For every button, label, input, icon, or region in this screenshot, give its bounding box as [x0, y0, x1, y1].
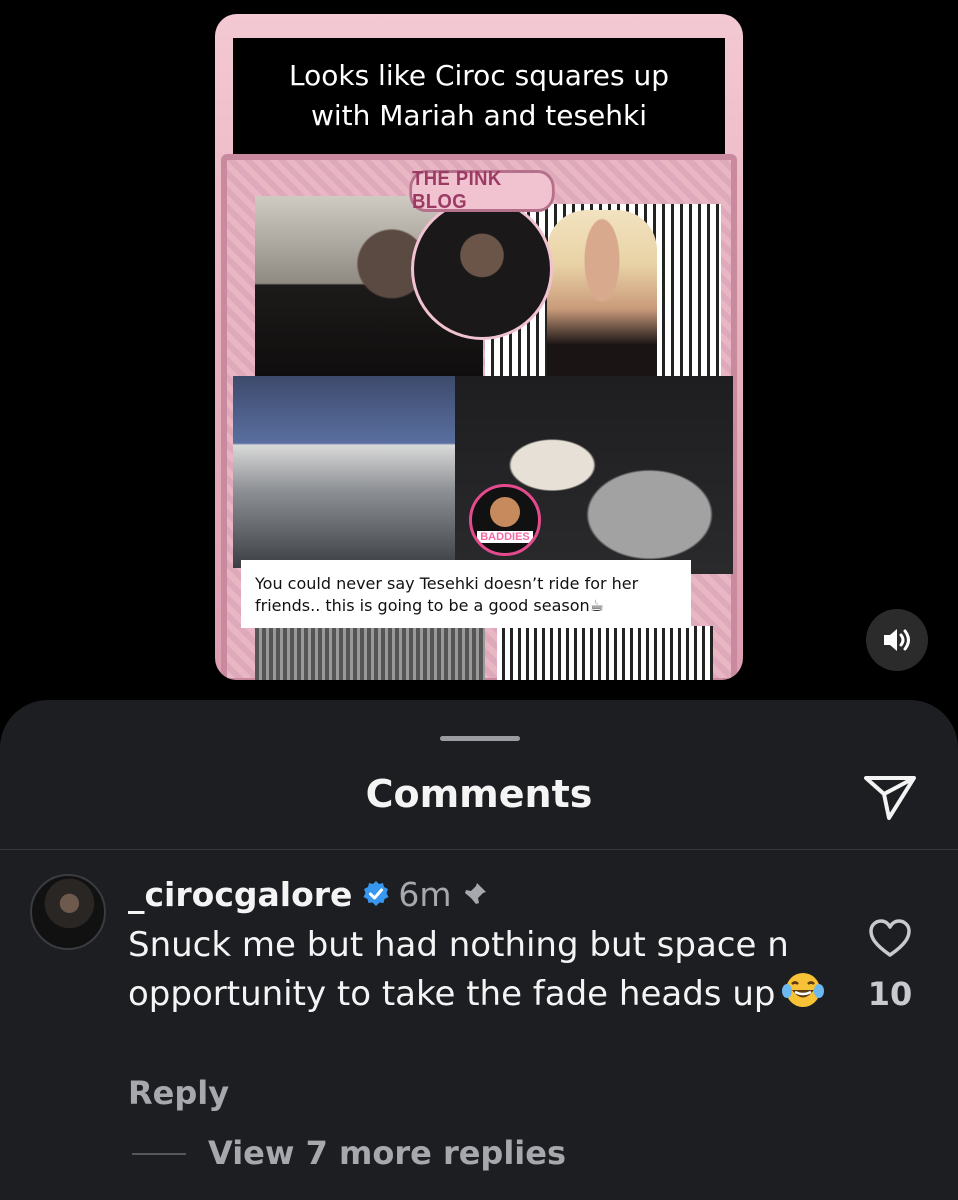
paper-plane-icon[interactable]	[862, 768, 918, 824]
logo-face-icon	[490, 497, 520, 527]
overlay-caption: You could never say Tesehki doesn’t ride…	[255, 574, 639, 615]
comment-text: Snuck me but had nothing but space n opp…	[128, 922, 828, 1022]
comment-header: _cirocgalore 6m	[128, 872, 488, 916]
bottom-photo-left	[255, 626, 485, 680]
post-caption: Looks like Ciroc squares up with Mariah …	[288, 59, 670, 132]
heart-icon[interactable]	[868, 918, 912, 958]
baddies-logo: BADDIES	[469, 484, 541, 556]
verified-badge-icon	[363, 881, 389, 906]
comment-time: 6m	[398, 874, 452, 914]
view-more-replies-button[interactable]: View 7 more replies	[208, 1134, 566, 1172]
comment-text-content: Snuck me but had nothing but space n opp…	[128, 925, 789, 1014]
post-caption-box: Looks like Ciroc squares up with Mariah …	[233, 38, 725, 154]
like-count: 10	[867, 975, 913, 1013]
avatar[interactable]	[30, 874, 106, 950]
bottom-photo-right	[497, 626, 713, 680]
laughing-emoji-icon	[781, 969, 825, 1022]
replies-divider-line	[132, 1153, 186, 1155]
drag-handle[interactable]	[440, 736, 520, 741]
photo-subject	[547, 210, 657, 390]
logo-text: BADDIES	[477, 531, 533, 543]
speaker-on-icon	[884, 629, 910, 651]
comments-sheet: Comments _cirocgalore 6m Snuck me but ha…	[0, 700, 958, 1200]
comment-username[interactable]: _cirocgalore	[128, 875, 352, 914]
pin-icon	[463, 883, 486, 905]
circle-photo	[411, 198, 553, 340]
divider	[0, 849, 958, 850]
reply-button[interactable]: Reply	[128, 1074, 229, 1112]
story-post[interactable]: Looks like Ciroc squares up with Mariah …	[215, 14, 743, 680]
blog-banner: THE PINK BLOG	[409, 168, 555, 213]
fight-photo-left	[233, 376, 455, 568]
sound-toggle-button[interactable]	[866, 609, 928, 671]
comments-title: Comments	[365, 772, 593, 816]
overlay-caption-box: You could never say Tesehki doesn’t ride…	[241, 560, 691, 628]
